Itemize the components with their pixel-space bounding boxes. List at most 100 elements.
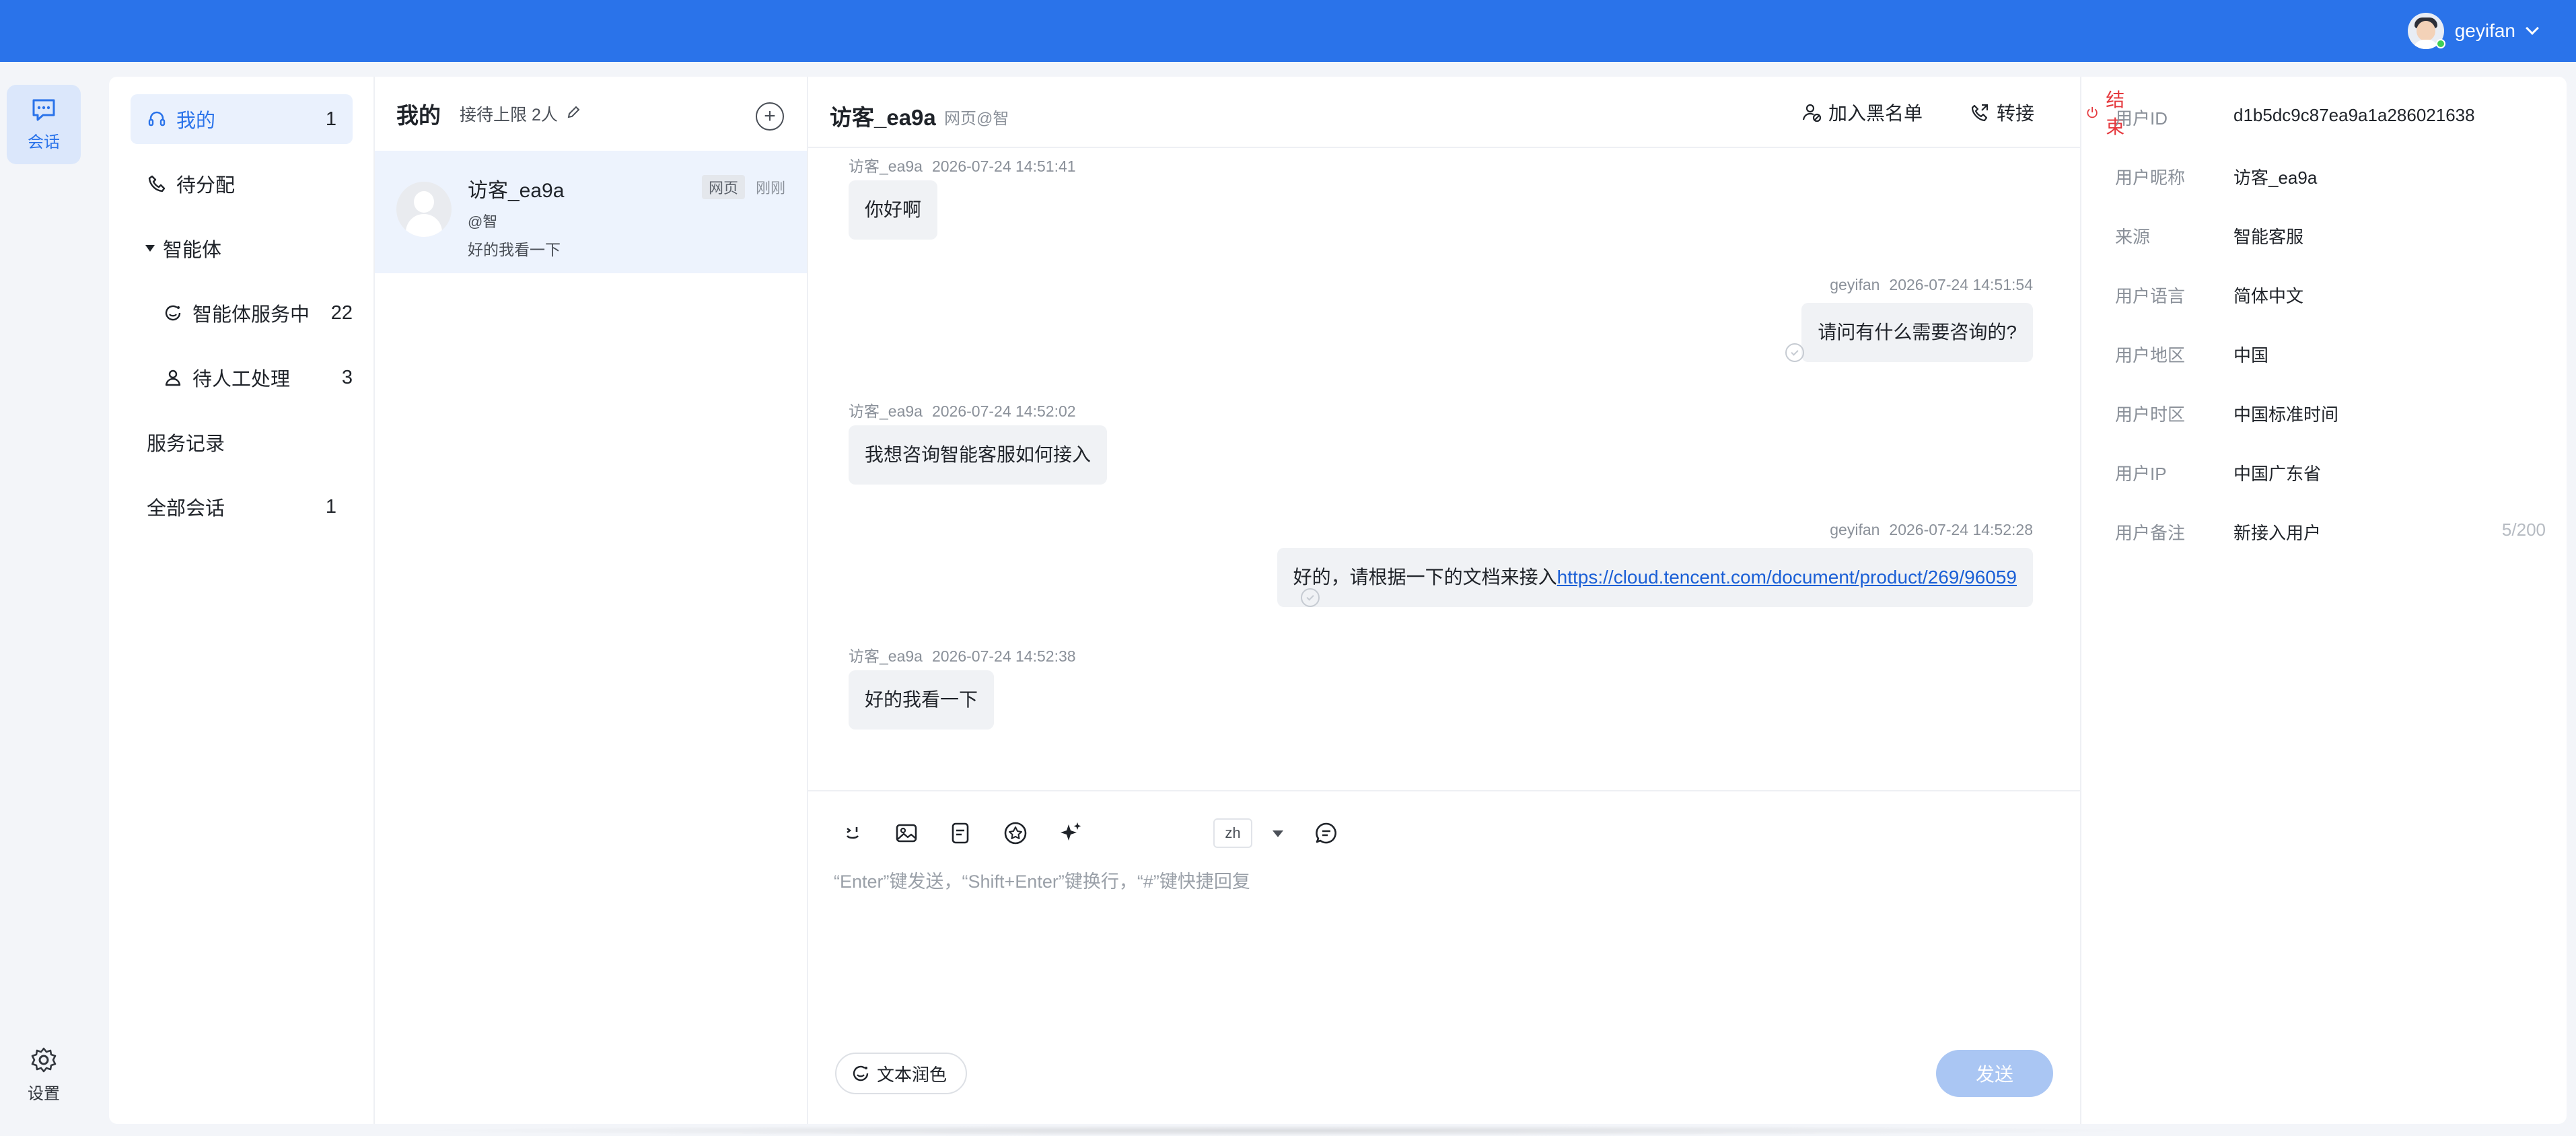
gear-icon [31, 1047, 57, 1072]
online-status-dot [2435, 39, 2445, 48]
rail-chat[interactable]: 会话 [7, 85, 81, 164]
chat-title: 访客_ea9a [830, 105, 936, 130]
nav-item-count: 22 [330, 301, 353, 324]
nav-item-count: 3 [341, 366, 353, 388]
message-bubble: 好的，请根据一下的文档来接入https://cloud.tencent.com/… [1277, 548, 2033, 607]
chat-area: 访客_ea9a 网页@智 加入黑名单 转接 结束 访客_ea9a 2026-07-… [808, 77, 2124, 1124]
remark-counter: 5/200 [2501, 520, 2546, 540]
message-meta: geyifan 2026-07-24 14:51:54 [1830, 276, 2033, 293]
info-row-nickname: 用户昵称 访客_ea9a [2115, 168, 2318, 188]
reception-limit: 接待上限 2人 [460, 106, 558, 125]
message-meta: 访客_ea9a 2026-07-24 14:52:38 [849, 647, 1076, 665]
send-button[interactable]: 发送 [1936, 1050, 2053, 1097]
remark-field: 新接入用户 [2233, 523, 2322, 543]
language-select[interactable]: zh [1213, 818, 1252, 848]
info-row-timezone: 用户时区 中国标准时间 [2115, 404, 2339, 425]
phone-transfer-icon [1971, 104, 1989, 122]
text-polish-button[interactable]: 文本润色 [835, 1053, 968, 1094]
user-menu[interactable]: geyifan [2407, 11, 2539, 51]
chat-header: 访客_ea9a 网页@智 加入黑名单 转接 结束 [808, 77, 2124, 148]
list-title: 我的 [396, 103, 441, 128]
nav-item-manual[interactable]: 待人工处理 3 [163, 353, 353, 402]
conversation-item[interactable]: 访客_ea9a @智 好的我看一下 网页 刚刚 [375, 151, 807, 273]
nav-item-count: 1 [325, 495, 336, 518]
sparkle-icon[interactable] [1057, 820, 1084, 847]
edit-icon[interactable] [566, 105, 581, 123]
list-header: 我的 接待上限 2人 + [375, 77, 807, 151]
nav-item-agent-serving[interactable]: 智能体服务中 22 [163, 288, 353, 338]
rail-chat-label: 会话 [28, 133, 60, 151]
emoji-icon[interactable] [839, 820, 866, 847]
info-row-language: 用户语言 简体中文 [2115, 286, 2304, 306]
nav-item-label: 待分配 [176, 175, 236, 197]
document-link[interactable]: https://cloud.tencent.com/document/produ… [1557, 567, 2017, 588]
top-bar: geyifan [0, 0, 2576, 62]
file-icon[interactable] [947, 820, 974, 847]
message-bubble: 请问有什么需要咨询的? [1801, 303, 2033, 362]
phone-icon [147, 174, 167, 194]
username: geyifan [2454, 20, 2515, 41]
nav-item-pending[interactable]: 待分配 [131, 159, 353, 209]
main-panel: 我的 1 待分配 智能体 智能体服务中 22 待人工处理 3 服务记录 全部会话… [109, 77, 2567, 1124]
user-icon [163, 367, 183, 388]
headset-icon [147, 109, 167, 129]
conversation-list: 我的 接待上限 2人 + 访客_ea9a @智 好的我看一下 网页 刚刚 [375, 77, 808, 1124]
left-rail: 会话 设置 [0, 62, 92, 1136]
nav-item-all[interactable]: 全部会话 1 [131, 482, 353, 532]
text-polish-label: 文本润色 [877, 1064, 947, 1085]
blacklist-label: 加入黑名单 [1828, 103, 1923, 124]
image-icon[interactable] [893, 820, 920, 847]
user-block-icon [1802, 104, 1822, 122]
channel-tag: 网页 [702, 175, 746, 199]
message-bubble: 我想咨询智能客服如何接入 [849, 425, 1108, 485]
message-list[interactable]: 访客_ea9a 2026-07-24 14:51:41 你好啊 geyifan 20… [808, 148, 2080, 790]
nav-item-mine[interactable]: 我的 1 [131, 94, 353, 144]
info-row-region: 用户地区 中国 [2115, 345, 2269, 365]
conversation-name: 访客_ea9a [468, 180, 565, 202]
evaluate-icon[interactable] [1002, 820, 1029, 847]
conversation-agent: @智 [468, 213, 498, 230]
panel-shadow [404, 1125, 2153, 1136]
add-conversation-button[interactable]: + [756, 102, 784, 131]
session-nav: 我的 1 待分配 智能体 智能体服务中 22 待人工处理 3 服务记录 全部会话… [109, 77, 375, 1124]
caret-down-icon [145, 245, 155, 252]
info-row-ip: 用户IP 中国广东省 [2115, 464, 2322, 484]
transfer-button[interactable]: 转接 [1970, 97, 2034, 128]
nav-item-count: 1 [325, 108, 336, 130]
info-row-user-id: 用户ID d1b5dc9c87ea9a1a286021638 [2115, 105, 2475, 129]
smile-chat-icon [163, 303, 183, 323]
message-bubble: 好的我看一下 [849, 670, 995, 730]
rail-settings[interactable]: 设置 [7, 1035, 81, 1114]
rail-settings-label: 设置 [28, 1084, 60, 1103]
caret-down-icon[interactable] [1273, 830, 1283, 837]
read-check-icon [1301, 588, 1320, 607]
info-row-remark[interactable]: 用户备注 新接入用户 5/200 [2115, 520, 2546, 546]
blacklist-button[interactable]: 加入黑名单 [1801, 97, 1923, 128]
chevron-down-icon[interactable] [2526, 22, 2539, 35]
nav-item-records[interactable]: 服务记录 [131, 417, 353, 467]
message-bubble: 你好啊 [849, 180, 938, 240]
chat-icon [32, 99, 55, 120]
nav-item-label: 服务记录 [147, 433, 225, 455]
info-row-source: 来源 智能客服 [2115, 227, 2304, 247]
nav-item-label: 智能体服务中 [192, 304, 310, 326]
conversation-preview: 好的我看一下 [468, 241, 561, 258]
message-meta: geyifan 2026-07-24 14:52:28 [1830, 521, 2033, 538]
user-info-panel: 用户ID d1b5dc9c87ea9a1a286021638 用户昵称 访客_ea9… [2081, 77, 2567, 1124]
read-check-icon [1785, 343, 1804, 362]
message-input[interactable]: “Enter”键发送，“Shift+Enter”键换行，“#”键快捷回复 [834, 867, 1250, 893]
nav-item-label: 智能体 [163, 240, 222, 261]
visitor-avatar [396, 182, 452, 237]
chat-source: 网页@智 [944, 110, 1009, 128]
message-meta: 访客_ea9a 2026-07-24 14:52:02 [849, 402, 1076, 420]
transfer-label: 转接 [1997, 103, 2035, 124]
nav-item-label: 我的 [176, 110, 216, 132]
conversation-time: 刚刚 [755, 180, 785, 197]
polish-icon [853, 1065, 869, 1081]
message-composer: zh “Enter”键发送，“Shift+Enter”键换行，“#”键快捷回复 … [808, 790, 2080, 1124]
nav-item-label: 待人工处理 [192, 369, 291, 390]
nav-group-agents[interactable]: 智能体 [131, 223, 353, 273]
message-meta: 访客_ea9a 2026-07-24 14:51:41 [849, 157, 1076, 175]
nav-item-label: 全部会话 [147, 498, 225, 520]
quick-reply-icon[interactable] [1313, 820, 1340, 847]
